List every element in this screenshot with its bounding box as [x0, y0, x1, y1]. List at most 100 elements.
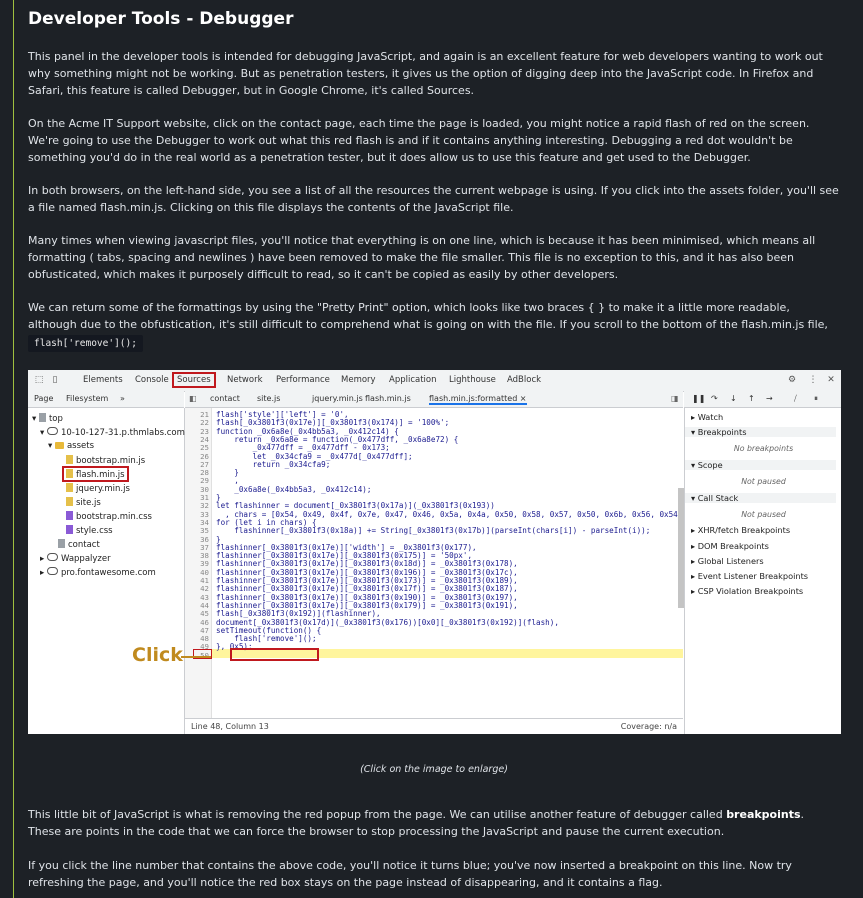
more-options-icon[interactable]: ⋮: [808, 375, 818, 385]
code-line: flashinner[_0x3801f3(0x18a)] += String[_…: [216, 526, 651, 536]
tree-label: bootstrap.min.js: [76, 456, 146, 466]
paragraph-3: In both browsers, on the left-hand side,…: [28, 184, 839, 214]
file-tab-flash-formatted[interactable]: flash.min.js:formatted ×: [429, 394, 527, 405]
section-label: Event Listener Breakpoints: [697, 571, 809, 581]
tab-sources[interactable]: Sources: [172, 372, 216, 388]
device-toggle-icon[interactable]: ▯: [50, 375, 60, 385]
tree-contact[interactable]: contact: [58, 539, 100, 550]
tab-filesystem[interactable]: Filesystem: [66, 394, 108, 403]
step-over-icon[interactable]: ↷: [711, 394, 718, 403]
close-icon[interactable]: ✕: [826, 375, 836, 385]
call-stack-section[interactable]: ▾ Call Stack: [685, 493, 836, 503]
code-line: _0x6a8e(_0x4bb5a3, _0x412c14);: [216, 484, 372, 494]
tree-site-js[interactable]: site.js: [66, 497, 101, 508]
tab-performance[interactable]: Performance: [276, 375, 330, 385]
paragraph-6-text: This little bit of JavaScript is what is…: [28, 808, 727, 821]
remove-call-highlight: [230, 648, 319, 661]
pause-on-exceptions-icon[interactable]: ⏸: [814, 394, 818, 404]
step-into-icon[interactable]: ↓: [730, 394, 737, 403]
tree-jquery-js[interactable]: jquery.min.js: [66, 483, 130, 494]
file-tab-contact[interactable]: contact: [210, 394, 240, 403]
section-label: Watch: [697, 412, 724, 422]
breakpoints-section[interactable]: ▾ Breakpoints: [685, 427, 836, 437]
section-label: Scope: [697, 460, 723, 470]
tab-lighthouse[interactable]: Lighthouse: [449, 375, 496, 385]
paragraph-6: This little bit of JavaScript is what is…: [28, 806, 840, 840]
scope-section[interactable]: ▾ Scope: [685, 460, 836, 470]
step-icon[interactable]: →: [766, 394, 773, 403]
tree-bootstrap-css[interactable]: bootstrap.min.css: [66, 511, 152, 522]
tree-fontawesome[interactable]: ▸ pro.fontawesome.com: [40, 567, 156, 578]
tab-elements[interactable]: Elements: [83, 375, 123, 385]
file-navigator: ▾ top ▾ 10-10-127-31.p.thmlabs.com ▾ ass…: [28, 408, 185, 734]
editor-tabs: ◧ contact site.js jquery.min.js flash.mi…: [185, 391, 683, 408]
paragraph-2: On the Acme IT Support website, click on…: [28, 117, 810, 164]
frame-icon: [38, 413, 46, 422]
devtools-screenshot[interactable]: ⬚ ▯ Elements Console Sources Network Per…: [28, 370, 841, 734]
pause-icon[interactable]: ❚❚: [692, 394, 705, 403]
section-label: DOM Breakpoints: [697, 541, 769, 551]
tab-memory[interactable]: Memory: [341, 375, 376, 385]
debugger-controls: ❚❚ ↷ ↓ ↑ → ⧸ ⏸: [684, 391, 841, 408]
step-out-icon[interactable]: ↑: [748, 394, 755, 403]
csp-violation-breakpoints-section[interactable]: ▸ CSP Violation Breakpoints: [691, 586, 803, 596]
toggle-navigator-icon[interactable]: ◧: [189, 394, 197, 403]
more-tabs-icon[interactable]: »: [120, 394, 125, 403]
section-label: Breakpoints: [697, 427, 747, 437]
tab-network[interactable]: Network: [227, 375, 263, 385]
inspect-icon[interactable]: ⬚: [34, 375, 44, 385]
breakpoints-term: breakpoints: [726, 808, 801, 821]
left-accent-bar: [13, 0, 14, 898]
tree-assets[interactable]: ▾ assets: [48, 441, 94, 451]
paragraph-7: If you click the line number that contai…: [28, 859, 792, 889]
cursor-position: Line 48, Column 13: [191, 722, 269, 731]
tree-label: pro.fontawesome.com: [60, 568, 156, 578]
cloud-icon: [46, 427, 58, 435]
paragraph-5: We can return some of the formattings by…: [28, 301, 828, 348]
dom-breakpoints-section[interactable]: ▸ DOM Breakpoints: [691, 541, 769, 551]
editor-status-bar: Line 48, Column 13 Coverage: n/a: [185, 718, 683, 734]
section-label: Call Stack: [697, 493, 739, 503]
event-listener-breakpoints-section[interactable]: ▸ Event Listener Breakpoints: [691, 571, 808, 581]
section-label: XHR/fetch Breakpoints: [697, 525, 791, 535]
file-tab-site-js[interactable]: site.js: [257, 394, 280, 403]
coverage-status: Coverage: n/a: [620, 722, 677, 731]
toggle-debugger-icon[interactable]: ◨: [671, 394, 679, 403]
cloud-icon: [46, 567, 58, 575]
tree-domain[interactable]: ▾ 10-10-127-31.p.thmlabs.com: [40, 427, 185, 438]
tree-bootstrap-js[interactable]: bootstrap.min.js: [66, 455, 145, 466]
tree-style-css[interactable]: style.css: [66, 525, 113, 536]
global-listeners-section[interactable]: ▸ Global Listeners: [691, 556, 764, 566]
call-stack-not-paused: Not paused: [741, 510, 786, 519]
tree-wappalyzer[interactable]: ▸ Wappalyzer: [40, 553, 111, 564]
watch-section[interactable]: ▸ Watch: [691, 412, 723, 422]
tab-console[interactable]: Console: [135, 375, 169, 385]
debugger-sidebar: ▸ Watch ▾ Breakpoints No breakpoints ▾ S…: [684, 408, 841, 734]
code-editor[interactable]: 21 flash['style']['left'] = '0', 22 flash[_…: [185, 408, 684, 718]
css-file-icon: [66, 525, 73, 534]
file-tab-jquery[interactable]: jquery.min.js: [312, 394, 363, 403]
devtools-toolbar: ⬚ ▯ Elements Console Sources Network Per…: [28, 370, 841, 392]
no-breakpoints-text: No breakpoints: [733, 444, 794, 453]
flash-file-highlight: [62, 466, 129, 482]
tree-top[interactable]: ▾ top: [32, 413, 63, 424]
scope-not-paused: Not paused: [741, 477, 786, 486]
gear-icon[interactable]: ⚙: [787, 375, 797, 385]
paragraph-4: Many times when viewing javascript files…: [28, 234, 816, 281]
tree-label: Wappalyzer: [60, 554, 111, 564]
tree-label: jquery.min.js: [76, 484, 130, 494]
paragraph-1: This panel in the developer tools is int…: [28, 50, 823, 97]
page-title: Developer Tools - Debugger: [28, 9, 294, 29]
tab-application[interactable]: Application: [389, 375, 437, 385]
js-file-icon: [66, 497, 73, 506]
deactivate-breakpoints-icon[interactable]: ⧸: [794, 394, 797, 404]
tab-page[interactable]: Page: [34, 394, 53, 403]
css-file-icon: [66, 511, 73, 520]
file-tab-flash[interactable]: flash.min.js: [365, 394, 411, 403]
tab-adblock[interactable]: AdBlock: [507, 375, 541, 385]
xhr-breakpoints-section[interactable]: ▸ XHR/fetch Breakpoints: [691, 525, 790, 535]
tree-label: style.css: [76, 526, 113, 536]
code-snippet: flash['remove']();: [28, 335, 143, 352]
navigator-tabs: Page Filesystem »: [28, 391, 184, 408]
click-arrow: [181, 656, 211, 658]
